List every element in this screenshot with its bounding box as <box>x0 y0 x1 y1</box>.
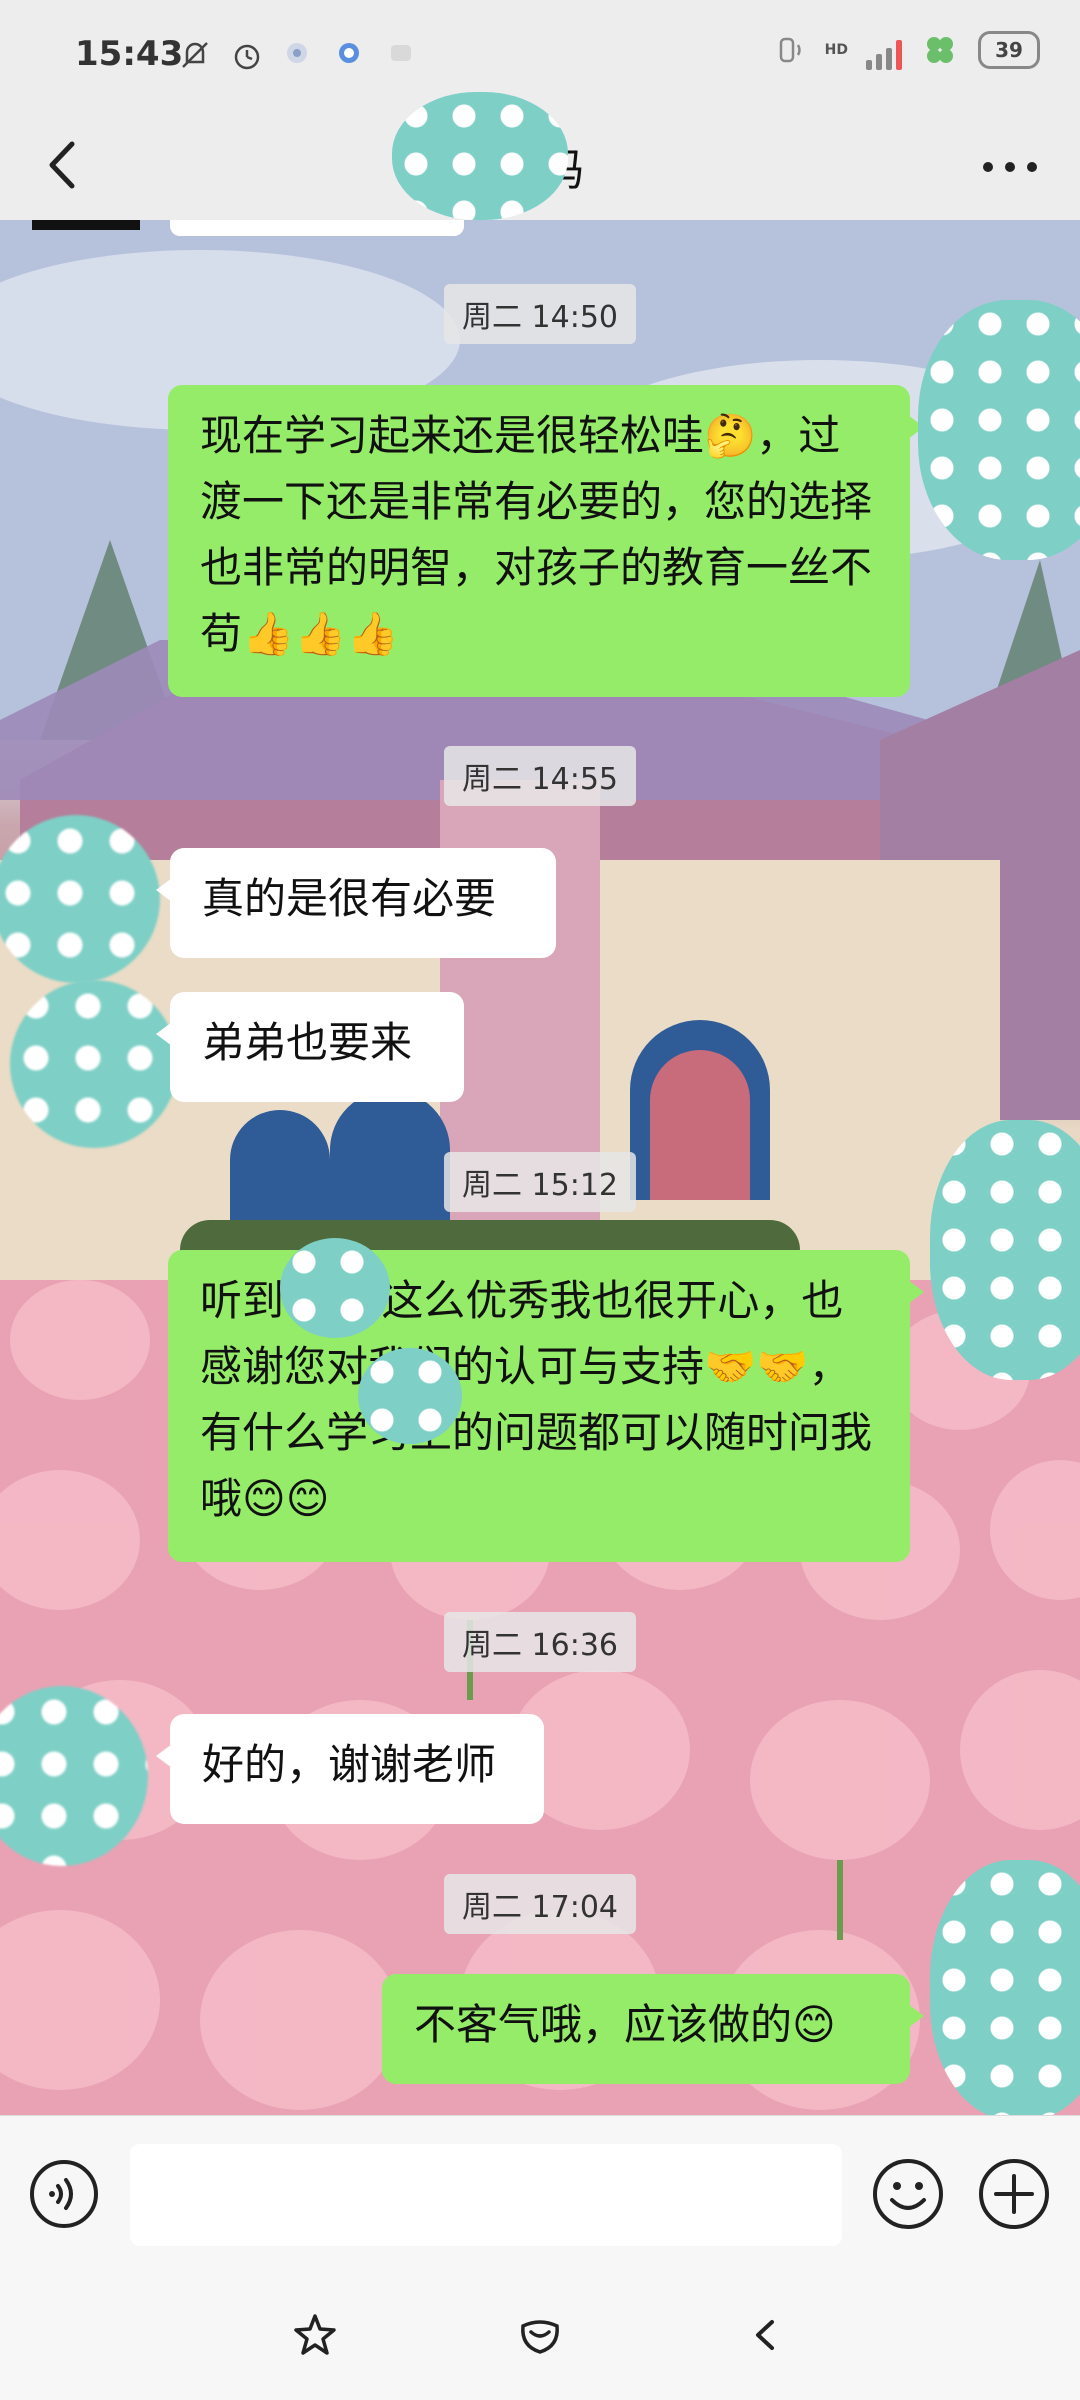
voice-input-icon[interactable] <box>28 2158 100 2230</box>
favorites-nav-icon[interactable] <box>292 2312 338 2358</box>
input-bar <box>0 2115 1080 2271</box>
more-icon[interactable] <box>970 132 1050 202</box>
message-bubble-sent[interactable]: 不客气哦，应该做的😊 <box>382 1974 924 2084</box>
clover-icon <box>927 37 953 63</box>
back-nav-icon[interactable] <box>742 2312 788 2358</box>
message-bubble-received[interactable]: 好的，谢谢老师 <box>156 1714 544 1824</box>
blurred-region <box>358 1348 462 1444</box>
message-bubble-sent[interactable]: 现在学习起来还是很轻松哇🤔，过渡一下还是非常有必要的，您的选择也非常的明智，对孩… <box>168 385 924 697</box>
partial-avatar <box>32 220 140 230</box>
message-timestamp: 周二 15:12 <box>444 1152 636 1212</box>
blurred-region <box>930 1120 1080 1380</box>
vibrate-icon <box>779 37 801 63</box>
status-right: HD 39 <box>773 30 1040 70</box>
status-icons <box>178 38 416 70</box>
app-notification-icon <box>282 38 312 68</box>
blurred-region <box>280 1238 390 1338</box>
plus-icon[interactable] <box>976 2156 1052 2232</box>
message-input[interactable] <box>130 2144 842 2246</box>
message-timestamp: 周二 14:55 <box>444 746 636 806</box>
network-label: HD <box>824 42 848 58</box>
message-timestamp: 周二 17:04 <box>444 1874 636 1934</box>
emoji-icon[interactable] <box>870 2156 946 2232</box>
app-notification-icon <box>386 38 416 68</box>
chat-header: 妈妈 <box>0 92 1080 220</box>
contact-avatar[interactable] <box>10 980 178 1148</box>
home-nav-icon[interactable] <box>517 2312 563 2358</box>
blurred-region <box>918 300 1080 560</box>
message-bubble-received[interactable]: 真的是很有必要 <box>156 848 556 958</box>
battery-level: 39 <box>995 38 1023 62</box>
chat-area[interactable]: 周二 14:50 现在学习起来还是很轻松哇🤔，过渡一下还是非常有必要的，您的选择… <box>0 220 1080 2115</box>
alarm-icon <box>230 38 260 70</box>
partial-message-bubble <box>170 220 464 236</box>
status-time: 15:43 <box>75 34 184 74</box>
signal-icon <box>866 30 902 70</box>
message-timestamp: 周二 16:36 <box>444 1612 636 1672</box>
message-bubble-sent[interactable]: 听到 现在这么优秀我也很开心，也感谢您对我们的认可与支持🤝🤝， 有什么学习上的问… <box>168 1250 924 1562</box>
battery-icon: 39 <box>978 31 1040 69</box>
blurred-region <box>392 92 568 220</box>
message-timestamp: 周二 14:50 <box>444 284 636 344</box>
mute-icon <box>178 38 208 68</box>
message-bubble-received[interactable]: 弟弟也要来 <box>156 992 464 1102</box>
blurred-region <box>930 1860 1080 2115</box>
app-notification-icon <box>334 38 364 68</box>
status-bar: 15:43 HD 39 <box>0 0 1080 110</box>
system-navigation-bar <box>0 2270 1080 2400</box>
